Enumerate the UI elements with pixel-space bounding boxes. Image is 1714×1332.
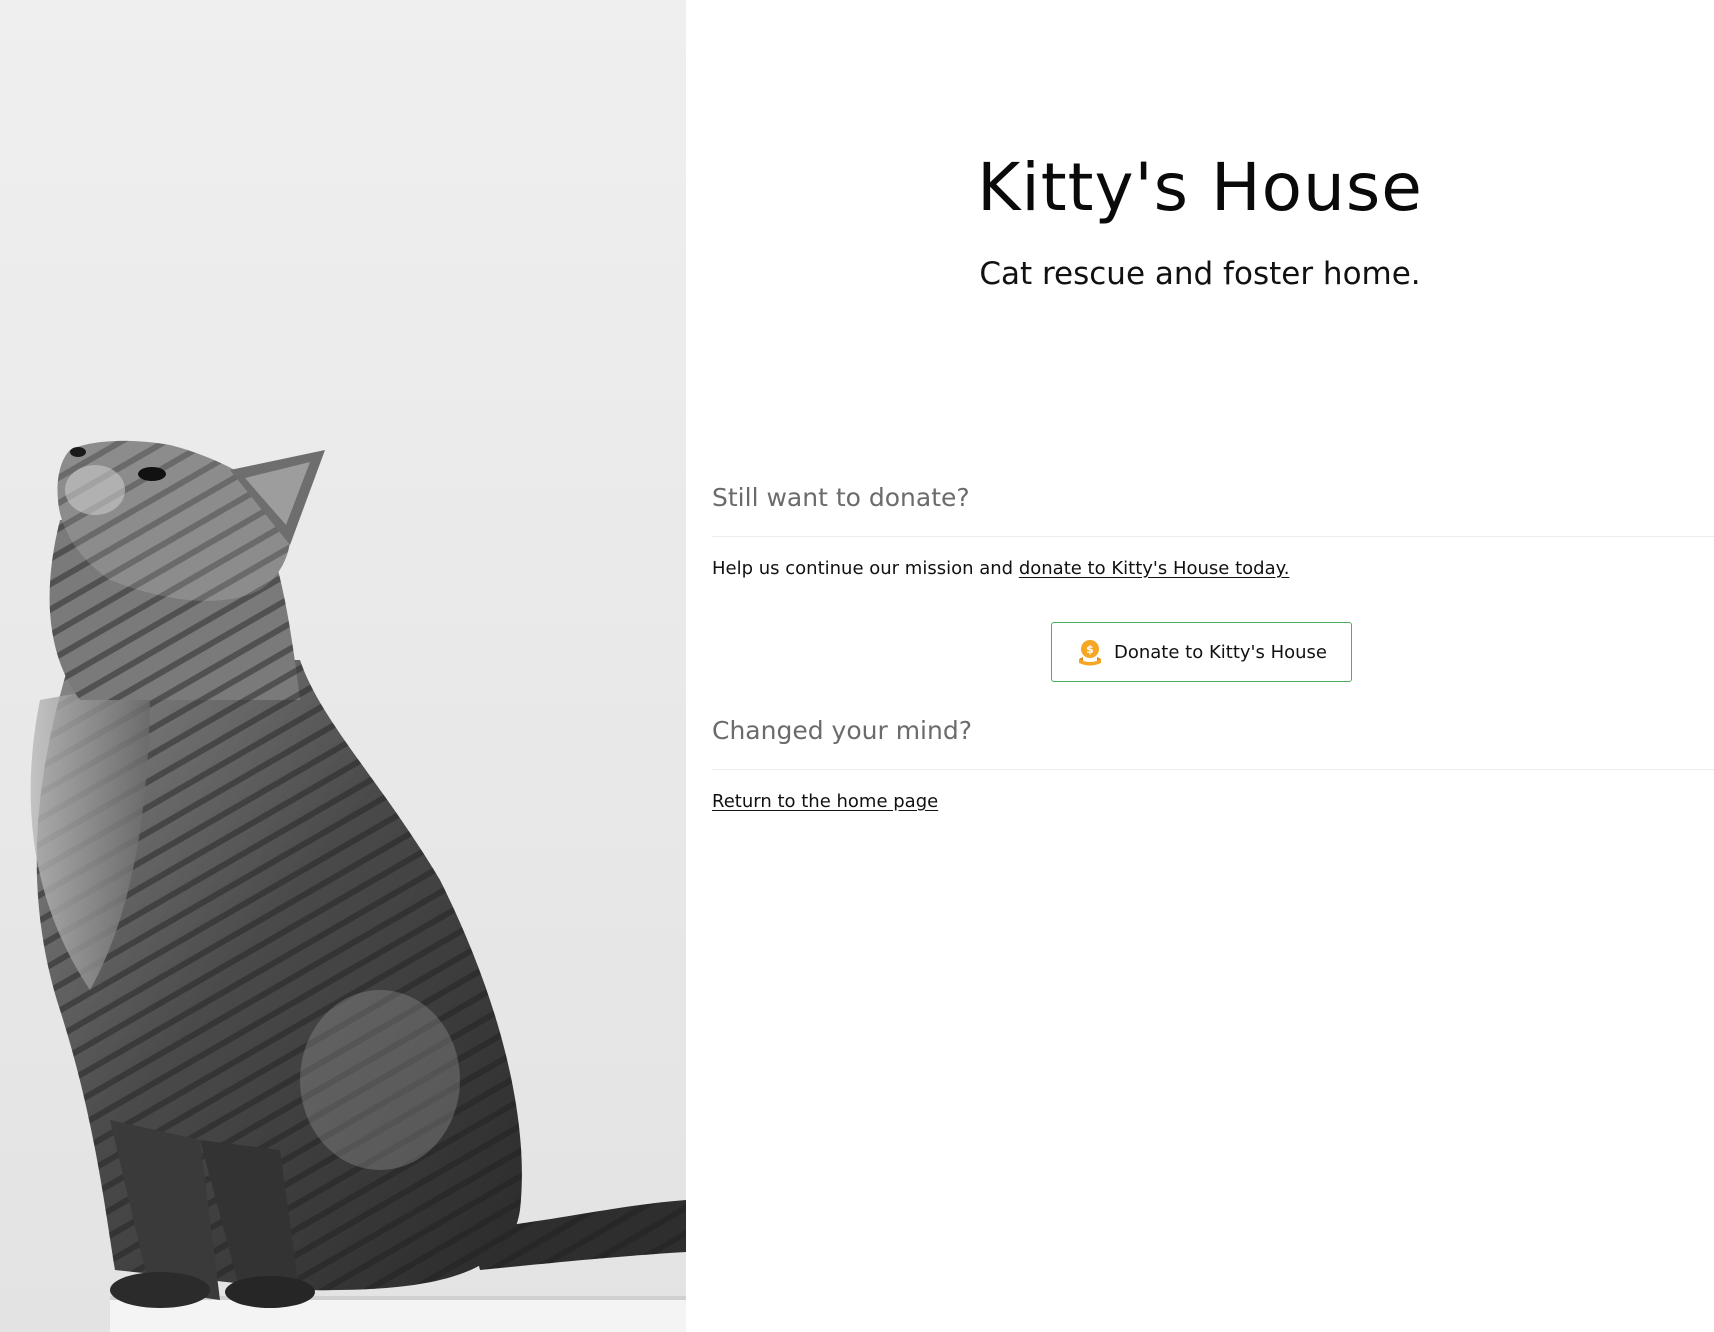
- section-divider: [712, 769, 1714, 770]
- section-divider: [712, 536, 1714, 537]
- content-panel: Kitty's House Cat rescue and foster home…: [686, 0, 1714, 1332]
- return-section-heading: Changed your mind?: [712, 716, 972, 745]
- donate-section-heading: Still want to donate?: [712, 483, 970, 512]
- donate-button-label: Donate to Kitty's House: [1114, 641, 1327, 663]
- donate-button[interactable]: $ Donate to Kitty's House: [1051, 622, 1352, 682]
- site-title: Kitty's House: [977, 149, 1423, 226]
- cat-photo: [0, 0, 686, 1332]
- donate-message: Help us continue our mission and donate …: [712, 558, 1289, 579]
- donation-coin-icon: $: [1076, 638, 1104, 666]
- svg-text:$: $: [1086, 643, 1094, 656]
- return-home-link[interactable]: Return to the home page: [712, 791, 938, 812]
- page: Kitty's House Cat rescue and foster home…: [0, 0, 1714, 1332]
- return-link-row: Return to the home page: [712, 791, 938, 812]
- donate-inline-link[interactable]: donate to Kitty's House today.: [1019, 558, 1290, 579]
- site-tagline: Cat rescue and foster home.: [979, 256, 1421, 292]
- donate-message-text: Help us continue our mission and: [712, 558, 1019, 579]
